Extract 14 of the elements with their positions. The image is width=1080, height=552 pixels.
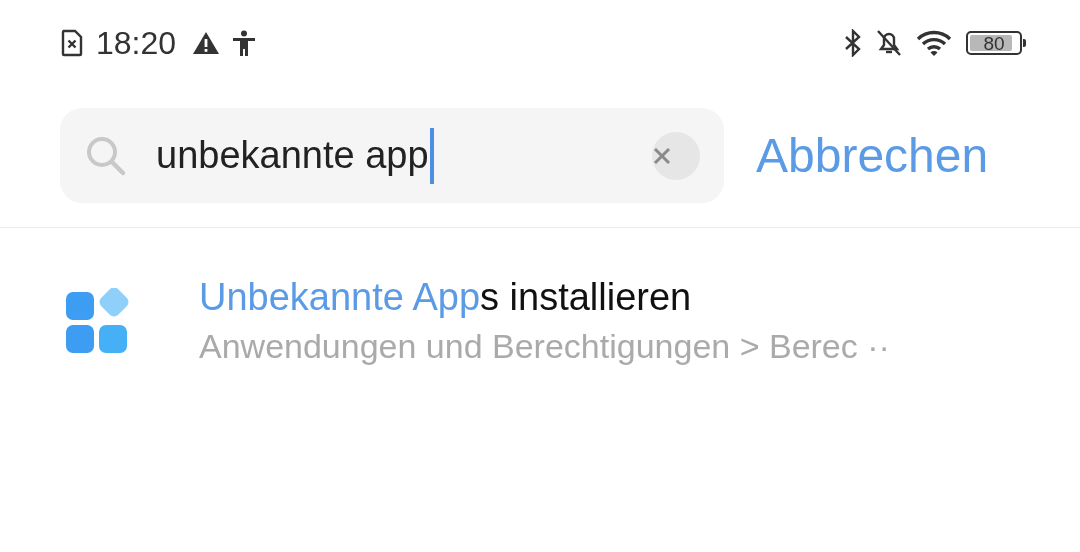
search-result[interactable]: Unbekannte Apps installieren Anwendungen und Berechtigungen > Berec ··	[0, 228, 1080, 366]
result-path: Anwendungen und Berechtigungen > Berec ··	[199, 327, 890, 366]
wifi-icon	[916, 29, 952, 57]
accessibility-icon	[232, 30, 257, 56]
clock-time: 18:20	[96, 24, 177, 62]
bluetooth-icon	[844, 29, 862, 57]
no-sim-icon	[60, 29, 84, 57]
battery-indicator: 80	[966, 30, 1026, 56]
search-field[interactable]: unbekannte app	[60, 108, 724, 203]
warning-icon	[192, 31, 221, 55]
close-icon	[652, 145, 672, 166]
result-title: Unbekannte Apps installieren	[199, 276, 693, 319]
muted-bell-icon	[876, 29, 902, 57]
clear-button[interactable]	[652, 131, 700, 180]
